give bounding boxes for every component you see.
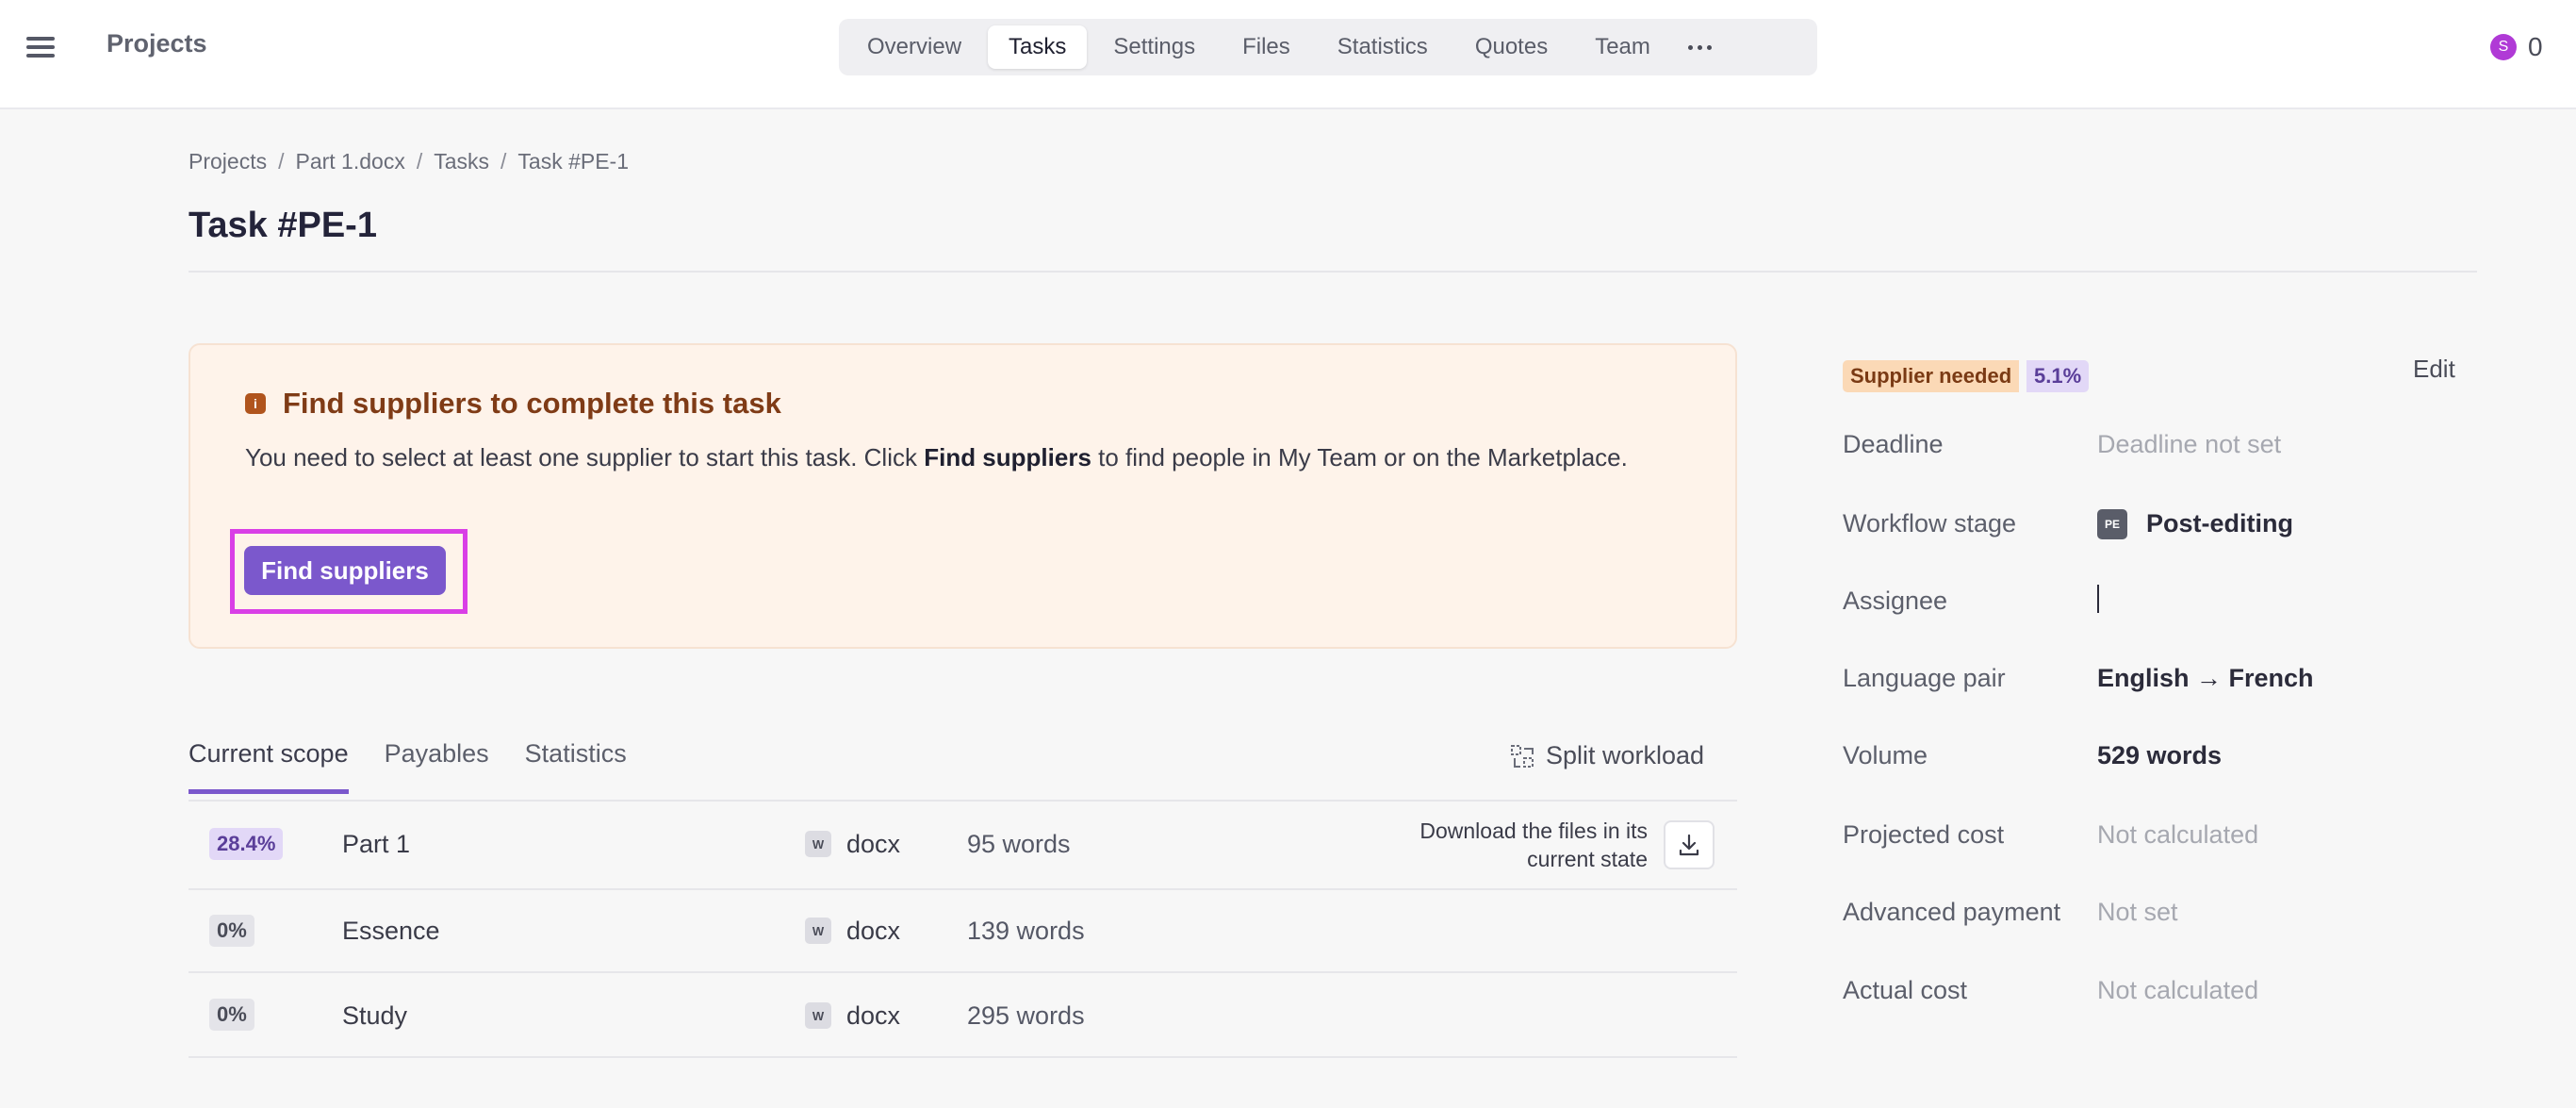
download-button[interactable]: [1664, 820, 1715, 869]
projected-cost-value: Not calculated: [2097, 820, 2259, 849]
tab-scope-statistics[interactable]: Statistics: [525, 739, 627, 794]
notification-count: 0: [2528, 32, 2543, 61]
word-count: 95 words: [967, 830, 1071, 858]
alert-title: Find suppliers to complete this task: [283, 387, 781, 420]
more-dots-icon: [1688, 44, 1713, 50]
workflow-stage-label: Workflow stage: [1843, 509, 2017, 537]
find-suppliers-button[interactable]: Find suppliers: [244, 546, 446, 595]
tab-team[interactable]: Team: [1574, 25, 1671, 69]
download-icon: [1679, 834, 1699, 856]
hamburger-menu-icon[interactable]: [26, 32, 55, 60]
tab-payables[interactable]: Payables: [385, 739, 489, 794]
more-tabs-button[interactable]: [1677, 25, 1724, 69]
word-file-icon: W: [805, 918, 831, 944]
alert-message: You need to select at least one supplier…: [245, 439, 1697, 475]
scope-tabs: Current scope Payables Statistics: [189, 739, 627, 794]
user-menu[interactable]: S 0: [2490, 32, 2543, 62]
breadcrumb-separator: /: [500, 149, 507, 174]
word-file-icon: W: [805, 831, 831, 857]
language-pair-value: English → French: [2097, 664, 2314, 692]
tab-quotes[interactable]: Quotes: [1454, 25, 1568, 69]
actual-cost-label: Actual cost: [1843, 976, 1968, 1004]
split-workload-label: Split workload: [1546, 741, 1705, 769]
alert-text-bold: Find suppliers: [924, 443, 1091, 471]
word-count: 295 words: [967, 1001, 1085, 1030]
language-pair-label: Language pair: [1843, 664, 2006, 692]
file-name: Study: [342, 1001, 408, 1030]
split-workload-button[interactable]: Split workload: [1510, 741, 1704, 770]
workflow-stage-value: Post-editing: [2146, 509, 2293, 537]
tab-overview[interactable]: Overview: [846, 25, 982, 69]
volume-value: 529 words: [2097, 741, 2223, 769]
file-extension: docx: [846, 917, 901, 945]
alert-text-part: You need to select at least one supplier…: [245, 443, 925, 471]
table-row[interactable]: 28.4% Part 1 W docx 95 words Download th…: [189, 802, 1737, 890]
info-icon: i: [245, 393, 266, 414]
find-suppliers-highlight: Find suppliers: [230, 529, 468, 614]
tab-files[interactable]: Files: [1222, 25, 1311, 69]
workflow-stage-icon: PE: [2097, 509, 2127, 539]
breadcrumb-separator: /: [278, 149, 285, 174]
breadcrumb: Projects / Part 1.docx / Tasks / Task #P…: [189, 149, 629, 174]
assignee-label: Assignee: [1843, 587, 1948, 615]
progress-badge: 0%: [209, 915, 254, 947]
status-badge: Supplier needed: [1843, 360, 2020, 392]
page-title: Task #PE-1: [189, 206, 377, 245]
actual-cost-value: Not calculated: [2097, 976, 2259, 1004]
divider: [189, 271, 2477, 273]
project-tabs: Overview Tasks Settings Files Statistics…: [839, 19, 1817, 75]
breadcrumb-file[interactable]: Part 1.docx: [295, 149, 404, 174]
download-hint: Download the files in its current state: [1419, 819, 1648, 871]
projected-cost-label: Projected cost: [1843, 820, 2005, 849]
tab-statistics[interactable]: Statistics: [1317, 25, 1449, 69]
alert-text-part: to find people in My Team or on the Mark…: [1091, 443, 1628, 471]
file-extension: docx: [846, 1001, 901, 1030]
progress-badge: 28.4%: [209, 828, 284, 860]
deadline-value: Deadline not set: [2097, 430, 2282, 458]
find-suppliers-alert: i Find suppliers to complete this task Y…: [189, 343, 1737, 649]
file-extension: docx: [846, 830, 901, 858]
status-progress-badge: 5.1%: [2026, 360, 2090, 392]
file-name: Essence: [342, 917, 440, 945]
advanced-payment-label: Advanced payment: [1843, 898, 2061, 926]
tab-settings[interactable]: Settings: [1092, 25, 1216, 69]
split-icon: [1511, 744, 1534, 768]
progress-badge: 0%: [209, 999, 254, 1031]
edit-button[interactable]: Edit: [2413, 355, 2455, 384]
word-file-icon: W: [805, 1002, 831, 1029]
volume-label: Volume: [1843, 741, 1928, 769]
table-row[interactable]: 0% Study W docx 295 words: [189, 973, 1737, 1058]
app-title[interactable]: Projects: [107, 29, 207, 58]
breadcrumb-separator: /: [416, 149, 423, 174]
top-bar: Projects Overview Tasks Settings Files S…: [0, 0, 2576, 109]
table-row[interactable]: 0% Essence W docx 139 words: [189, 890, 1737, 973]
file-name: Part 1: [342, 830, 411, 858]
word-count: 139 words: [967, 917, 1085, 945]
advanced-payment-value: Not set: [2097, 898, 2178, 926]
deadline-label: Deadline: [1843, 430, 1944, 458]
tab-tasks[interactable]: Tasks: [988, 25, 1088, 69]
breadcrumb-projects[interactable]: Projects: [189, 149, 267, 174]
avatar: S: [2490, 34, 2517, 60]
breadcrumb-current: Task #PE-1: [517, 149, 630, 174]
assignee-input[interactable]: [2097, 585, 2099, 613]
breadcrumb-tasks[interactable]: Tasks: [434, 149, 489, 174]
tab-current-scope[interactable]: Current scope: [189, 739, 349, 794]
